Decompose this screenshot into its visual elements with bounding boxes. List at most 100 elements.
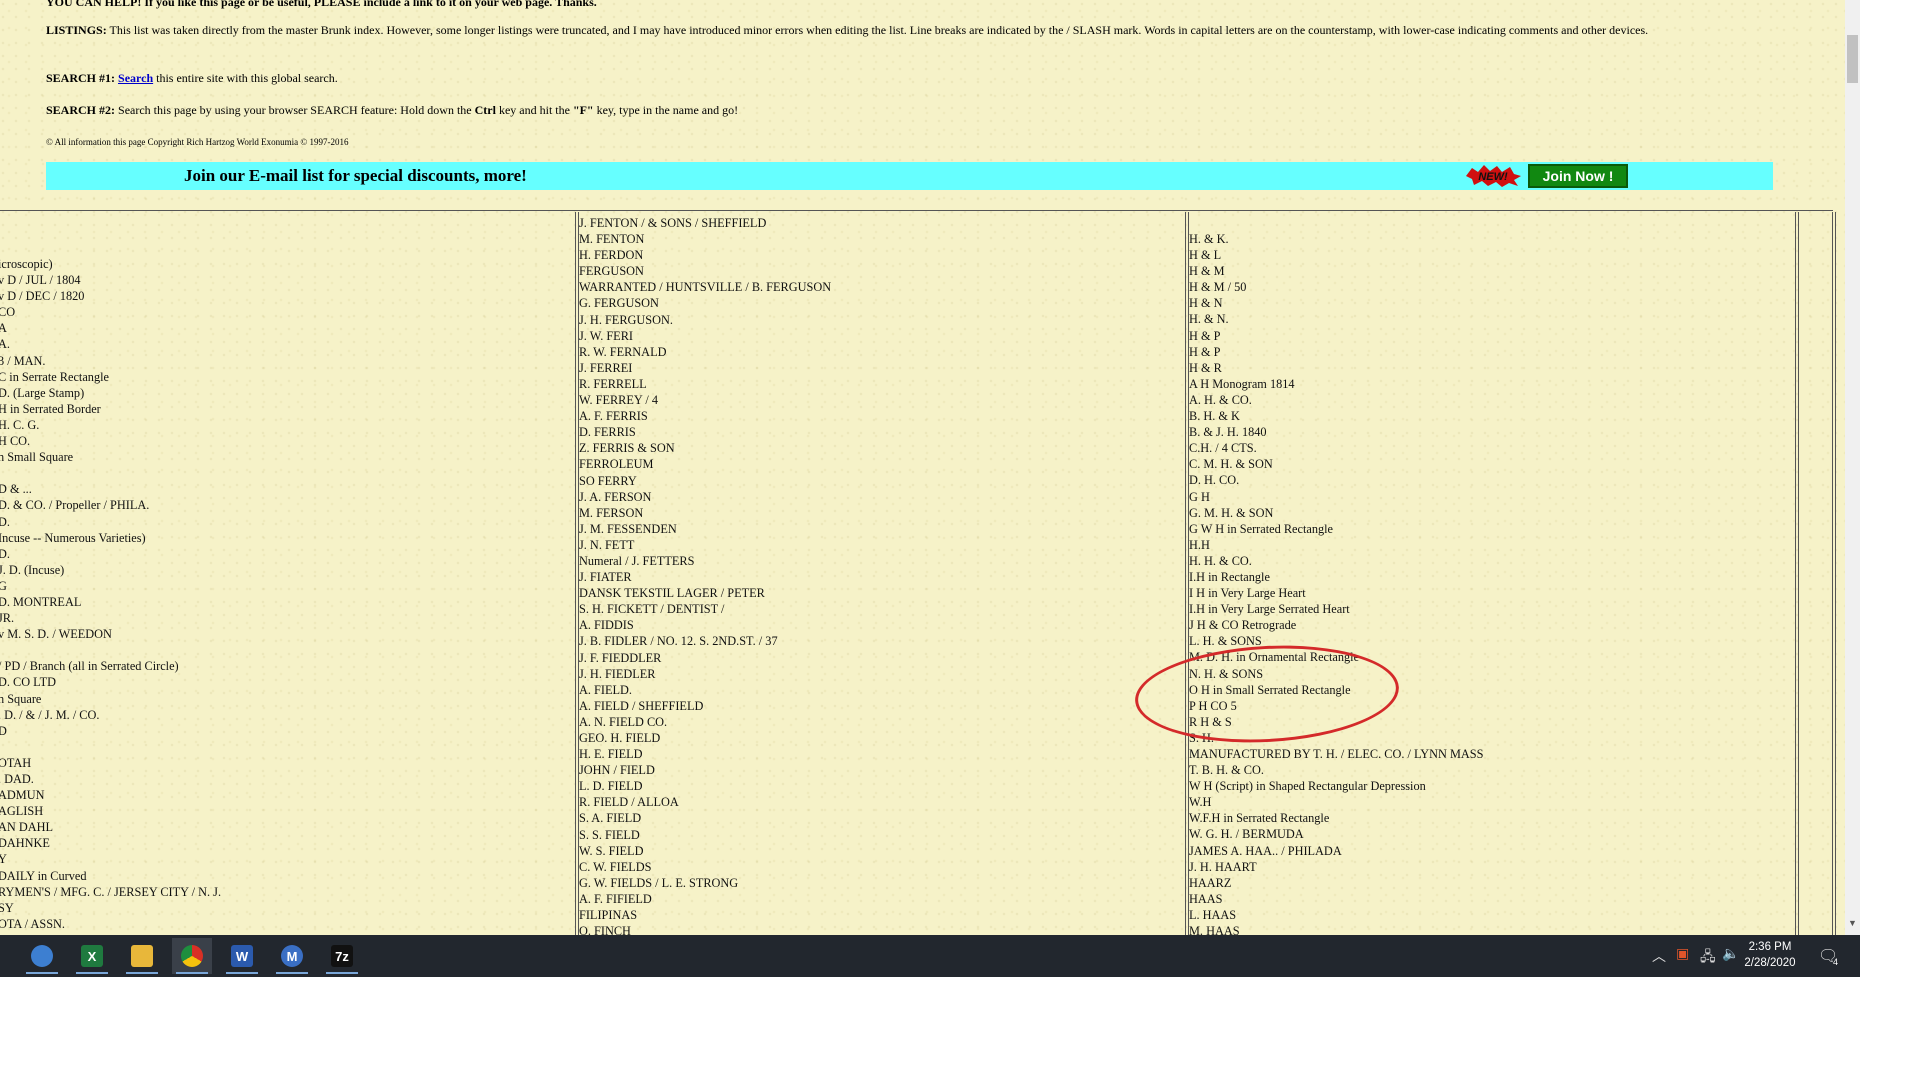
- listing-entry: GEO. H. FIELD: [579, 731, 661, 745]
- listing-entry: S. A. FIELD: [579, 811, 642, 826]
- listing-entry: A: [0, 321, 7, 336]
- column-divider: [1795, 212, 1796, 935]
- scrollbar-thumb[interactable]: [1847, 35, 1858, 83]
- listing-entry: H. H. & CO.: [1189, 553, 1252, 568]
- listing-entry: DAILY in Curved: [0, 868, 87, 883]
- listing-entry: Y: [0, 852, 7, 867]
- listing-entry: MANUFACTURED BY T. H. / ELEC. CO. / LYNN…: [1189, 747, 1484, 761]
- listing-entry: D. FERRIS: [579, 425, 636, 440]
- listing-entry: D & ...: [0, 482, 32, 497]
- notification-count-badge: 4: [1833, 957, 1839, 967]
- listing-entry: JAMES A. HAA.. / PHILADA: [1189, 843, 1342, 858]
- tray-app-icon[interactable]: ▣: [1676, 946, 1689, 963]
- listing-entry: H.H: [1189, 537, 1210, 552]
- listing-entry: AN DAHL: [0, 820, 53, 835]
- listing-entry: H & M / 50: [1189, 280, 1247, 295]
- listing-entry: DANSK TEKSTIL LAGER / PETER: [579, 586, 765, 601]
- listing-entry: I.H in Rectangle: [1189, 569, 1270, 584]
- listing-entry: WARRANTED / HUNTSVILLE / B. FERGUSON: [579, 280, 832, 295]
- listings-label: LISTINGS:: [46, 23, 107, 37]
- listing-entry: D. (Large Stamp): [0, 385, 85, 400]
- listing-entry: G H: [1189, 489, 1210, 504]
- listing-entry: J. M. FESSENDEN: [579, 521, 677, 536]
- listing-entry: H & L: [1189, 248, 1222, 263]
- listing-entry: Z. FERRIS & SON: [579, 441, 675, 456]
- chrome-app[interactable]: [172, 938, 212, 974]
- listing-entry: FILIPINAS: [579, 908, 638, 923]
- listing-entry: D.: [0, 514, 10, 529]
- top-partial-text: YOU CAN HELP! If you like this page or b…: [46, 0, 597, 9]
- listing-entry: n Square: [0, 691, 42, 706]
- listings-text: This list was taken directly from the ma…: [109, 23, 1649, 37]
- listing-entry: D. CO LTD: [0, 675, 56, 690]
- m-app[interactable]: M: [272, 938, 312, 974]
- search2-label: SEARCH #2:: [46, 103, 116, 117]
- column-divider: [575, 212, 576, 935]
- running-indicator: [326, 972, 358, 974]
- thunderbird-app[interactable]: [22, 938, 62, 974]
- word-app[interactable]: W: [222, 938, 262, 974]
- file-explorer-app[interactable]: [122, 938, 162, 974]
- listing-entry: C in Serrate Rectangle: [0, 369, 109, 384]
- listing-entry: RYMEN'S / MFG. C. / JERSEY CITY / N. J.: [0, 884, 222, 899]
- new-badge-icon: NEW!: [1466, 165, 1521, 187]
- thunderbird-icon: [31, 945, 53, 967]
- excel-app[interactable]: X: [72, 938, 112, 974]
- listing-entry: HAAS: [1189, 891, 1223, 906]
- column-divider: [1798, 212, 1799, 935]
- listing-entry: D. MONTREAL: [0, 594, 82, 609]
- listing-entry: G. W. FIELDS / L. E. STRONG: [579, 875, 739, 890]
- column-divider: [578, 212, 579, 935]
- listing-entry: [0, 465, 221, 478]
- email-banner-text: Join our E-mail list for special discoun…: [184, 166, 527, 185]
- join-now-button[interactable]: Join Now !: [1528, 164, 1628, 188]
- listing-entry: H in Serrated Border: [0, 401, 101, 416]
- 7zip-app[interactable]: 7z: [322, 938, 362, 974]
- listing-entry: . D. / & / J. M. / CO.: [0, 707, 100, 722]
- listing-entry: H CO.: [0, 434, 31, 449]
- show-hidden-icons-chevron-icon[interactable]: ︿: [1652, 946, 1666, 966]
- listing-entry: D.: [0, 546, 10, 561]
- listing-entry: J. H. FERGUSON.: [579, 312, 673, 327]
- listing-entry: C.H. / 4 CTS.: [1189, 441, 1257, 456]
- listing-entry: J. A. FERSON: [579, 489, 652, 504]
- clock-date: 2/28/2020: [1744, 957, 1796, 969]
- listing-entry: J. FERREI: [579, 360, 633, 375]
- network-icon[interactable]: 🖧: [1700, 946, 1716, 970]
- running-indicator: [176, 972, 208, 974]
- 7zip-icon: 7z: [331, 945, 353, 967]
- listing-column-1-list: icroscopic) v D / JUL / 1804 v D / DEC / 1…: [0, 256, 221, 932]
- listing-entry: R. W. FERNALD: [579, 344, 667, 359]
- listing-entry: OTAH: [0, 755, 32, 770]
- listing-entry: H & P: [1189, 344, 1221, 359]
- search1-paragraph: SEARCH #1: Search this entire site with …: [46, 70, 1766, 86]
- listing-entry: A. FIELD / SHEFFIELD: [579, 698, 704, 713]
- listing-entry: [0, 739, 221, 752]
- listing-entry: A. N. FIELD CO.: [579, 714, 668, 729]
- scroll-down-arrow-icon[interactable]: ▼: [1848, 918, 1857, 928]
- excel-icon: X: [81, 945, 103, 967]
- listing-entry: H. & N.: [1189, 312, 1229, 327]
- listing-entry: icroscopic): [0, 257, 53, 271]
- volume-icon[interactable]: 🔈: [1722, 946, 1739, 963]
- listing-entry: A.: [0, 337, 10, 352]
- listing-entry: JOHN / FIELD: [579, 763, 655, 778]
- listing-entry: v M. S. D. / WEEDON: [0, 627, 112, 642]
- search-link[interactable]: Search: [118, 71, 153, 85]
- listing-entry: H & P: [1189, 328, 1221, 343]
- excel-icon-label: X: [87, 948, 97, 964]
- system-clock[interactable]: 2:36 PM 2/28/2020: [1740, 939, 1800, 971]
- listings-paragraph: LISTINGS: This list was taken directly f…: [46, 22, 1766, 38]
- listing-entry: HAARZ: [1189, 875, 1232, 890]
- listing-entry: ADMUN: [0, 788, 45, 803]
- listing-entry: SO FERRY: [579, 473, 637, 488]
- email-signup-banner: Join our E-mail list for special discoun…: [46, 162, 1773, 190]
- search2-paragraph: SEARCH #2: Search this page by using you…: [46, 102, 1766, 118]
- listing-entry: CO: [0, 305, 16, 320]
- listing-entry: JR.: [0, 611, 15, 626]
- copyright-notice: © All information this page Copyright Ri…: [46, 137, 349, 147]
- search2-text-b: key and hit the: [498, 103, 570, 117]
- listing-entry: D. H. CO.: [1189, 473, 1240, 488]
- page-scrollbar[interactable]: [1845, 0, 1860, 935]
- listing-entry: W.H: [1189, 795, 1212, 810]
